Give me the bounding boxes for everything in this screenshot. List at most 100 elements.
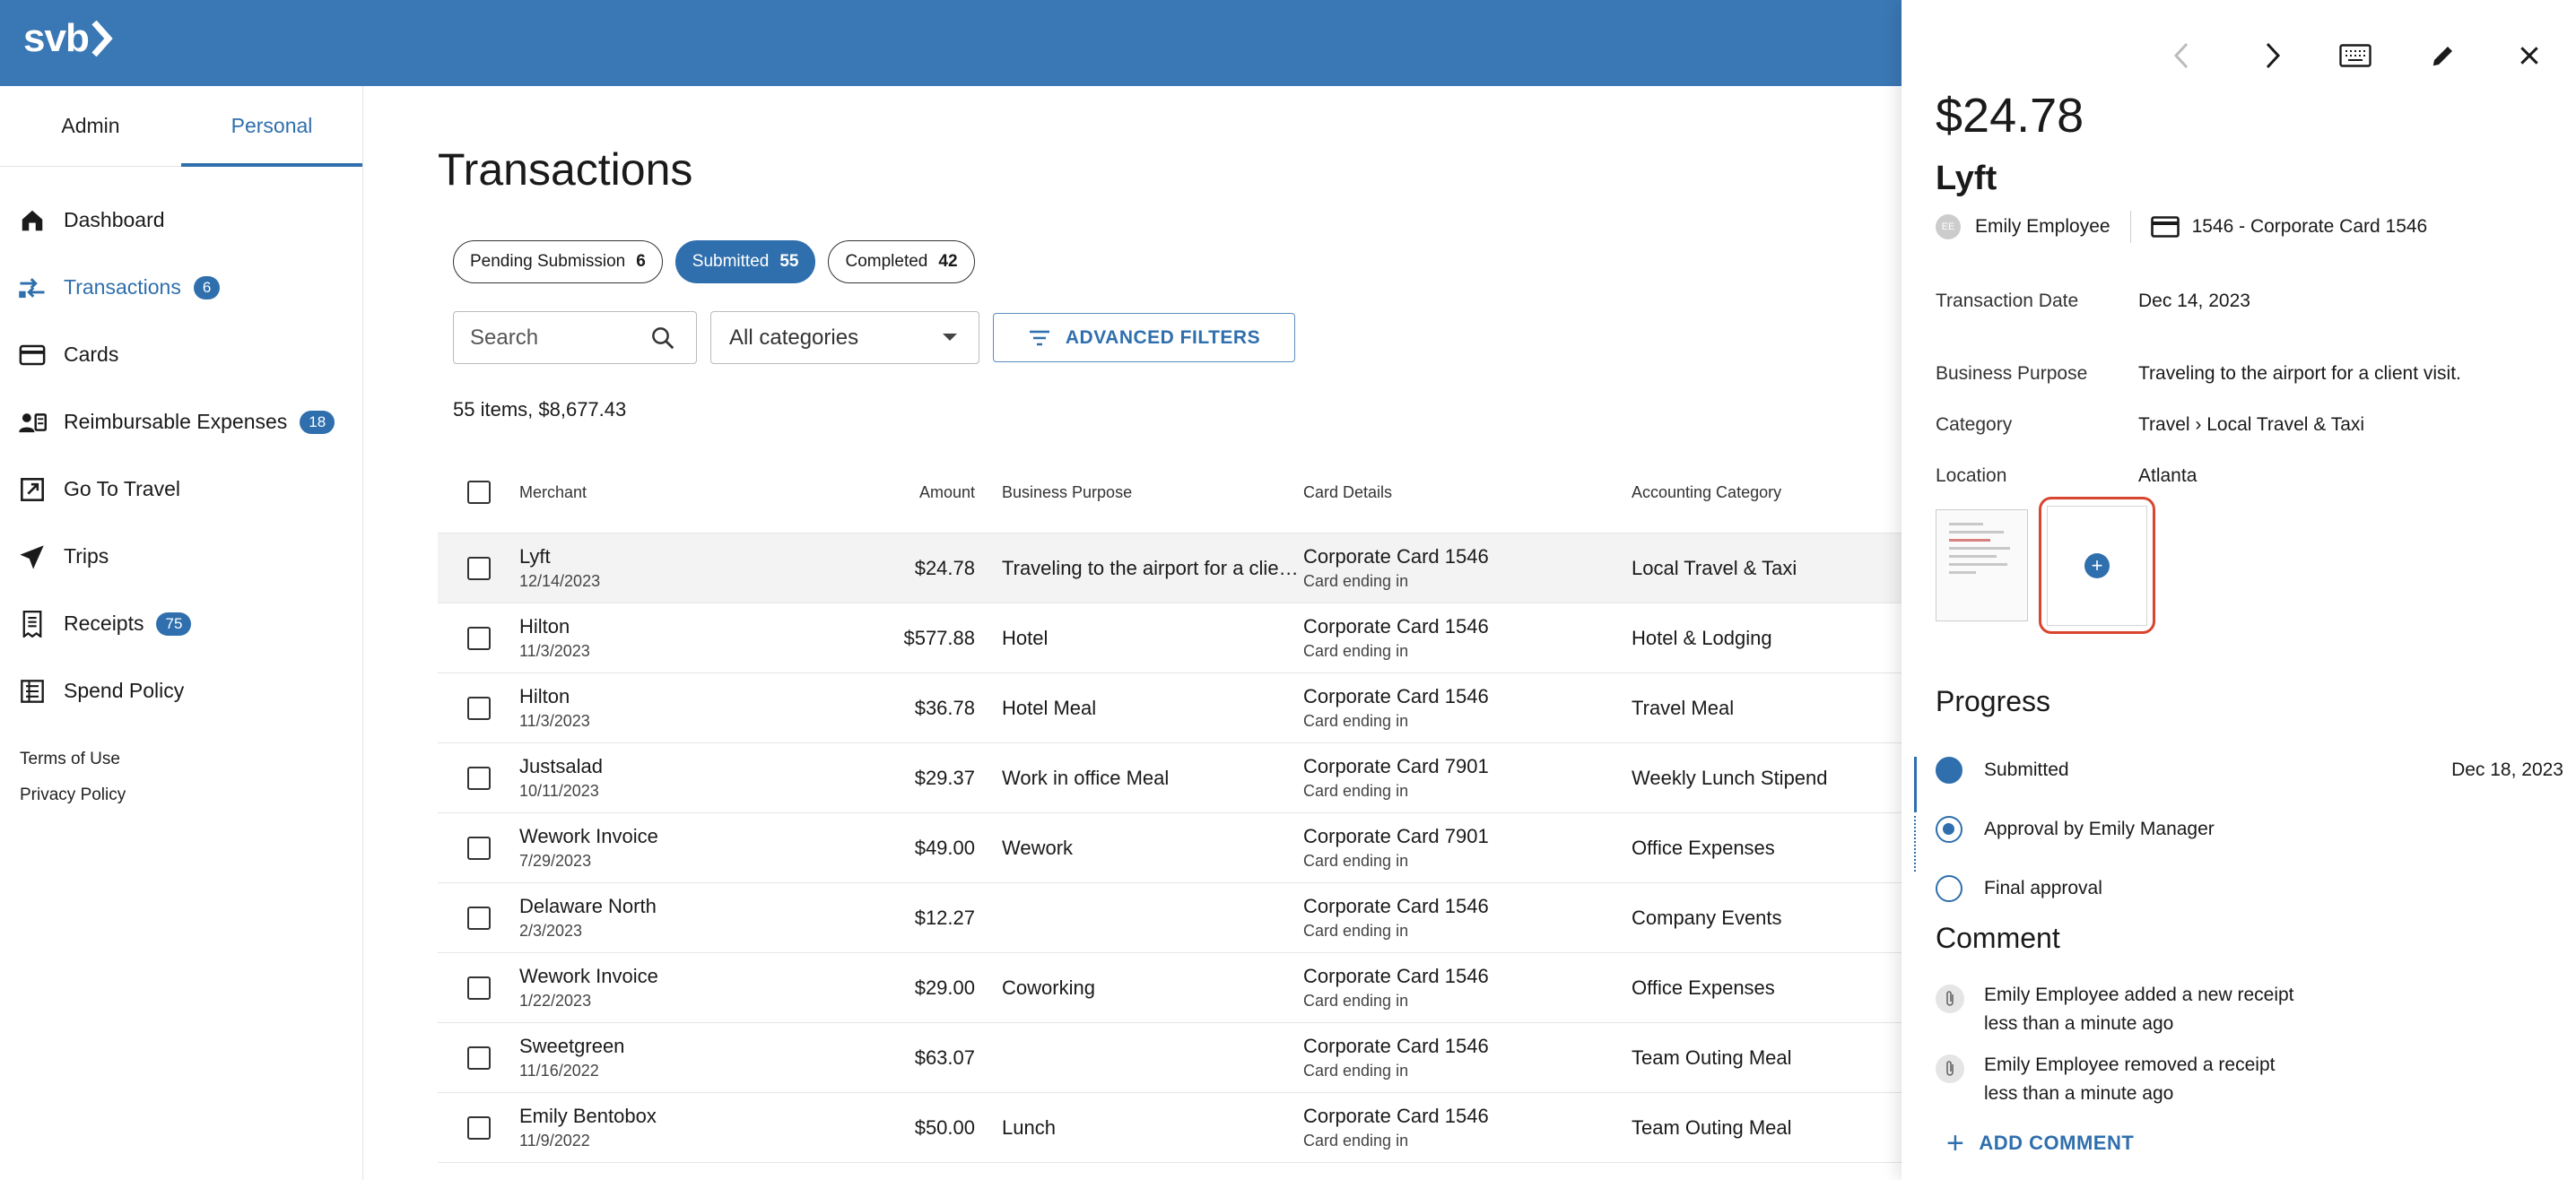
card-name: Corporate Card 1546 [1303, 685, 1489, 707]
accounting-category-cell: Office Expenses [1632, 976, 1775, 999]
row-checkbox[interactable] [466, 556, 491, 580]
filter-submitted[interactable]: Submitted 55 [674, 240, 816, 283]
table-row[interactable]: Emily Bentobox 11/9/2022 $50.00 Lunch Co… [438, 1092, 1902, 1162]
col-card-details[interactable]: Card Details [1303, 483, 1632, 502]
keyboard-shortcuts-button[interactable] [2336, 36, 2375, 75]
category-select[interactable]: All categories [710, 311, 979, 364]
card-name: Corporate Card 1546 [1303, 615, 1489, 638]
card-ending: Card ending in [1303, 712, 1409, 730]
divider [2129, 211, 2131, 243]
row-select-cell [438, 766, 519, 790]
sidebar-item-cards[interactable]: Cards [0, 321, 362, 388]
comment-item: Emily Employee removed a receipt less th… [1936, 1051, 2275, 1108]
terms-of-use-link[interactable]: Terms of Use [20, 750, 126, 769]
row-checkbox[interactable] [466, 1115, 491, 1140]
edit-button[interactable] [2424, 36, 2463, 75]
add-comment-label: ADD COMMENT [1979, 1132, 2135, 1154]
card-name: Corporate Card 1546 [1303, 895, 1489, 917]
sidebar-item-dashboard[interactable]: Dashboard [0, 187, 362, 254]
table-row[interactable]: Justsalad 10/11/2023 $29.37 Work in offi… [438, 742, 1902, 812]
pill-count: 55 [779, 252, 799, 271]
filter-pending-submission[interactable]: Pending Submission 6 [453, 240, 663, 283]
merchant-name: Sweetgreen [519, 1035, 625, 1057]
row-checkbox[interactable] [466, 1046, 491, 1070]
table-row[interactable]: Wework Invoice 1/22/2023 $29.00 Coworkin… [438, 952, 1902, 1022]
accounting-category-cell: Local Travel & Taxi [1632, 556, 1797, 579]
row-checkbox[interactable] [466, 836, 491, 860]
close-button[interactable] [2510, 36, 2549, 75]
tab-personal[interactable]: Personal [181, 86, 362, 167]
col-amount[interactable]: Amount [869, 483, 975, 502]
add-comment-button[interactable]: + ADD COMMENT [1946, 1128, 2134, 1158]
amount-cell: $49.00 [914, 836, 975, 859]
detail-label: Business Purpose [1936, 363, 2088, 384]
sidebar-item-go-to-travel[interactable]: Go To Travel [0, 456, 362, 523]
step-current-icon [1936, 816, 1962, 843]
sidebar: Admin Personal Dashboard Transactions 6 … [0, 86, 363, 1180]
merchant-name: Delaware North [519, 895, 657, 917]
sidebar-item-trips[interactable]: Trips [0, 523, 362, 590]
transactions-count-badge: 6 [193, 275, 221, 299]
progress-steps: Submitted Dec 18, 2023 Approval by Emily… [1936, 741, 2563, 918]
step-complete-icon [1936, 757, 1962, 784]
table-row[interactable]: Wework Invoice 7/29/2023 $49.00 Wework C… [438, 812, 1902, 882]
table-row[interactable]: Hilton 11/3/2023 $577.88 Hotel Corporate… [438, 603, 1902, 672]
transaction-date: 10/11/2023 [519, 782, 599, 800]
card-name: Corporate Card 1546 [1303, 1035, 1489, 1057]
step-label: Final approval [1984, 878, 2102, 898]
detail-value: Dec 14, 2023 [2138, 291, 2250, 311]
transaction-date: 11/16/2022 [519, 1062, 599, 1080]
table-row[interactable]: Lyft 12/14/2023 $24.78 Traveling to the … [438, 533, 1902, 603]
transaction-date: 11/3/2023 [519, 642, 590, 660]
advanced-filters-button[interactable]: ADVANCED FILTERS [993, 313, 1295, 362]
table-row[interactable]: Hilton 11/3/2023 $36.78 Hotel Meal Corpo… [438, 672, 1902, 742]
receipt-preview [1949, 523, 2017, 579]
row-checkbox[interactable] [466, 976, 491, 1000]
card-ending: Card ending in [1303, 1132, 1409, 1150]
sidebar-item-receipts[interactable]: Receipts 75 [0, 590, 362, 657]
sidebar-tabs: Admin Personal [0, 86, 362, 167]
accounting-category-cell: Hotel & Lodging [1632, 626, 1772, 649]
category-select-value: All categories [729, 325, 859, 350]
table-row[interactable]: 42 & Lawrence $11.62 coffee Corporate Ca… [438, 1162, 1902, 1180]
comment-body: Emily Employee removed a receipt less th… [1984, 1051, 2275, 1108]
reimbursable-count-badge: 18 [300, 410, 335, 434]
tab-admin[interactable]: Admin [0, 86, 181, 166]
search-icon[interactable] [649, 325, 676, 356]
sidebar-item-reimbursable-expenses[interactable]: Reimbursable Expenses 18 [0, 388, 362, 456]
detail-value: Atlanta [2138, 465, 2197, 486]
filter-completed[interactable]: Completed 42 [828, 240, 975, 283]
next-button[interactable] [2253, 36, 2293, 75]
pencil-icon [2432, 47, 2452, 66]
svb-logo[interactable]: svb [23, 16, 114, 61]
items-summary: 55 items, $8,677.43 [453, 398, 627, 421]
sidebar-item-label: Receipts [64, 612, 144, 635]
detail-transaction-date: Transaction Date Dec 14, 2023 [1936, 291, 2250, 312]
select-all-checkbox[interactable] [466, 481, 491, 504]
sidebar-item-spend-policy[interactable]: Spend Policy [0, 657, 362, 724]
receipt-thumbnail[interactable] [1936, 509, 2028, 621]
privacy-policy-link[interactable]: Privacy Policy [20, 785, 126, 805]
amount-cell: $36.78 [914, 696, 975, 719]
add-receipt-button[interactable]: + [2039, 497, 2155, 634]
col-business-purpose[interactable]: Business Purpose [975, 483, 1303, 502]
main-content: Transactions Pending Submission 6 Submit… [363, 86, 1902, 1180]
table-row[interactable]: Delaware North 2/3/2023 $12.27 Corporate… [438, 882, 1902, 952]
chevron-left-icon [2173, 42, 2189, 69]
row-checkbox[interactable] [466, 696, 491, 720]
merchant-name: Lyft [519, 545, 551, 568]
chevron-right-icon [91, 21, 113, 56]
col-accounting-category[interactable]: Accounting Category [1632, 483, 1901, 502]
sidebar-item-transactions[interactable]: Transactions 6 [0, 254, 362, 321]
pill-label: Completed [845, 252, 928, 271]
row-checkbox[interactable] [466, 766, 491, 790]
search-input[interactable] [470, 325, 631, 351]
row-checkbox[interactable] [466, 906, 491, 930]
table-row[interactable]: Sweetgreen 11/16/2022 $63.07 Corporate C… [438, 1022, 1902, 1092]
logo-text: svb [23, 16, 90, 60]
business-purpose-cell: Coworking [1002, 976, 1095, 999]
merchant-cell: Hilton 11/3/2023 [519, 685, 869, 731]
previous-button[interactable] [2162, 36, 2201, 75]
col-merchant[interactable]: Merchant [519, 483, 869, 502]
row-checkbox[interactable] [466, 626, 491, 650]
